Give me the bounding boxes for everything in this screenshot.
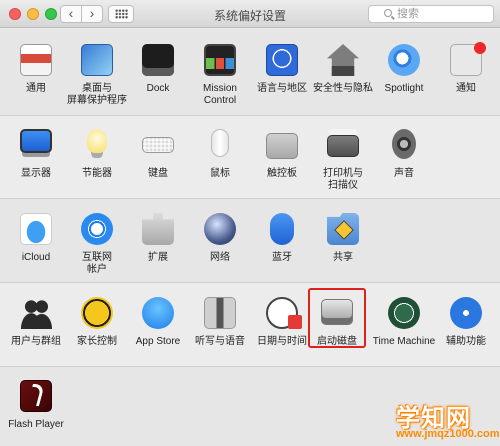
row-divider — [0, 198, 500, 199]
calendar-icon — [288, 315, 302, 329]
pref-parental-controls[interactable]: 家长控制 — [65, 289, 129, 359]
row-divider — [0, 115, 500, 116]
show-all-button[interactable] — [108, 5, 134, 23]
internet-accounts-icon — [81, 213, 113, 245]
mission-control-icon — [204, 44, 236, 76]
startup-disk-highlight-box — [308, 288, 366, 348]
icloud-icon — [20, 213, 52, 245]
pref-label: Flash Player — [8, 419, 64, 430]
pref-printers-scanners[interactable]: 打印机与 扫描仪 — [311, 121, 375, 191]
close-window-button[interactable] — [9, 8, 21, 20]
pref-security-privacy[interactable]: 安全性与隐私 — [311, 36, 375, 106]
bluetooth-icon — [270, 213, 294, 245]
extensions-icon — [142, 213, 174, 245]
pref-label: 声音 — [394, 168, 414, 179]
pref-app-store[interactable]: App Store — [126, 289, 190, 359]
pref-notifications[interactable]: 通知 — [434, 36, 498, 106]
pref-extensions[interactable]: 扩展 — [126, 205, 190, 275]
dock-icon — [142, 44, 174, 76]
pref-language-region[interactable]: 语言与地区 — [250, 36, 314, 106]
pref-time-machine[interactable]: Time Machine — [372, 289, 436, 359]
time-machine-icon — [388, 297, 420, 329]
spotlight-icon — [388, 44, 420, 76]
dictation-speech-icon — [204, 297, 236, 329]
mouse-icon — [211, 129, 229, 157]
language-region-icon — [266, 44, 298, 76]
pref-label: 辅助功能 — [446, 336, 486, 347]
accessibility-icon — [450, 297, 482, 329]
keyboard-icon — [142, 137, 174, 153]
pref-label: 通知 — [456, 83, 476, 94]
pref-internet-accounts[interactable]: 互联网 帐户 — [65, 205, 129, 275]
row-divider — [0, 366, 500, 367]
displays-icon — [20, 129, 52, 153]
users-groups-icon — [20, 297, 52, 329]
sound-icon — [392, 129, 416, 159]
security-privacy-icon — [327, 44, 359, 76]
row-divider — [0, 282, 500, 283]
pref-keyboard[interactable]: 键盘 — [126, 121, 190, 191]
pref-bluetooth[interactable]: 蓝牙 — [250, 205, 314, 275]
search-icon — [384, 9, 392, 17]
forward-button[interactable]: › — [81, 5, 103, 23]
search-placeholder: 搜索 — [397, 8, 419, 20]
pref-energy-saver[interactable]: 节能器 — [65, 121, 129, 191]
grid-icon — [115, 9, 128, 19]
window-title: 系统偏好设置 — [213, 9, 286, 23]
pref-mission-control[interactable]: Mission Control — [188, 36, 252, 106]
watermark: 学知网 www.jmqz1000.com — [370, 398, 500, 444]
pref-accessibility[interactable]: 辅助功能 — [434, 289, 498, 359]
pref-users-groups[interactable]: 用户与群组 — [4, 289, 68, 359]
energy-saver-icon — [87, 129, 107, 153]
search-field[interactable]: 搜索 — [368, 5, 494, 23]
printers-scanners-icon — [327, 135, 359, 157]
desktop-screensaver-icon — [81, 44, 113, 76]
pref-label: 共享 — [333, 252, 353, 263]
minimize-window-button[interactable] — [27, 8, 39, 20]
watermark-url: www.jmqz1000.com — [396, 428, 500, 440]
network-icon — [204, 213, 236, 245]
back-button[interactable]: ‹ — [60, 5, 82, 23]
title-bar: ‹ › 系统偏好设置 搜索 — [0, 0, 500, 28]
pref-dictation-speech[interactable]: 听写与语音 — [188, 289, 252, 359]
general-icon — [20, 44, 52, 76]
pref-network[interactable]: 网络 — [188, 205, 252, 275]
pref-spotlight[interactable]: Spotlight — [372, 36, 436, 106]
app-store-icon — [142, 297, 174, 329]
pref-dock[interactable]: Dock — [126, 36, 190, 106]
pref-flash-player[interactable]: Flash Player — [4, 372, 68, 442]
parental-controls-icon — [81, 297, 113, 329]
pref-mouse[interactable]: 鼠标 — [188, 121, 252, 191]
notification-badge-icon — [474, 42, 486, 54]
pref-displays[interactable]: 显示器 — [4, 121, 68, 191]
pref-sharing[interactable]: 共享 — [311, 205, 375, 275]
pref-sound[interactable]: 声音 — [372, 121, 436, 191]
trackpad-icon — [266, 133, 298, 159]
pref-desktop-screensaver[interactable]: 桌面与 屏幕保护程序 — [65, 36, 129, 106]
zoom-window-button[interactable] — [45, 8, 57, 20]
